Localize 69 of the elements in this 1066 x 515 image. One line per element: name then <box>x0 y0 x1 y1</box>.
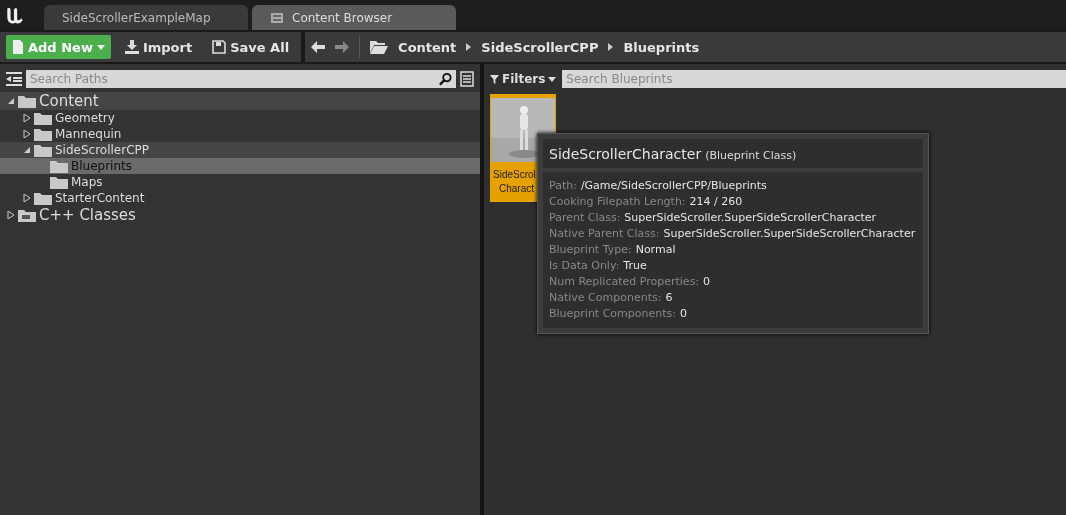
tree-item-label: Maps <box>71 175 103 189</box>
property-value: /Game/SideScrollerCPP/Blueprints <box>580 179 767 192</box>
property-value: 0 <box>703 275 711 288</box>
search-icon[interactable] <box>437 70 456 88</box>
property-value: 0 <box>680 307 687 320</box>
property-label: Blueprint Type: <box>549 243 632 256</box>
property-value: SuperSideScroller.SuperSideScrollerCharacter <box>663 227 916 240</box>
tab[interactable]: Content Browser <box>252 5 456 30</box>
property-value: Normal <box>635 243 676 256</box>
content-browser-icon <box>270 11 284 24</box>
breadcrumb[interactable]: SideScrollerCPP <box>481 39 599 55</box>
tree-item-label: StarterContent <box>55 191 145 205</box>
asset-name: Charact <box>498 182 534 196</box>
property-value: 214 / 260 <box>689 195 743 208</box>
expander-icon[interactable] <box>23 146 31 154</box>
tree-row[interactable]: StarterContent <box>0 190 480 206</box>
chevron-icon <box>466 43 472 51</box>
download-icon <box>124 40 139 54</box>
property-label: Blueprint Components: <box>549 307 676 320</box>
expander-icon[interactable] <box>23 130 31 138</box>
caret-icon <box>548 76 557 82</box>
property-value: 6 <box>665 291 673 304</box>
import-button[interactable]: Import <box>118 35 199 59</box>
property-label: Num Replicated Properties: <box>549 275 700 288</box>
breadcrumb[interactable]: Content <box>398 39 457 55</box>
folder-icon <box>18 94 36 108</box>
expander-icon[interactable] <box>7 211 15 219</box>
save-icon <box>212 40 227 54</box>
tree-row[interactable]: Geometry <box>0 110 480 126</box>
property-value: SuperSideScroller.SuperSideScrollerCharacter <box>624 211 877 224</box>
property-label: Parent Class: <box>549 211 621 224</box>
filters-button[interactable]: Filters <box>490 72 557 86</box>
chevron-icon <box>608 43 614 51</box>
tree-item-label: Content <box>39 92 99 110</box>
folder-icon <box>370 40 389 54</box>
folder-icon <box>34 191 52 205</box>
search-field[interactable]: Search Paths <box>26 70 437 88</box>
tree-item-label: Geometry <box>55 111 115 125</box>
forward-icon[interactable] <box>335 41 350 53</box>
property-value: True <box>623 259 647 272</box>
tree-row[interactable]: Content <box>0 92 480 110</box>
expander-icon[interactable] <box>23 194 31 202</box>
filter-icon <box>490 74 499 84</box>
property-label: Native Parent Class: <box>549 227 660 240</box>
collapse-sources-icon[interactable] <box>6 72 22 86</box>
caret-icon <box>96 44 105 50</box>
list-view-icon[interactable] <box>460 71 474 87</box>
tree-item-label: C++ Classes <box>39 206 136 224</box>
tab[interactable]: SideScrollerExampleMap <box>44 5 248 30</box>
folder-icon <box>18 208 36 222</box>
expander-icon[interactable] <box>23 114 31 122</box>
property-label: Is Data Only: <box>549 259 620 272</box>
tree-item-label: Mannequin <box>55 127 122 141</box>
tooltip-subtitle: (Blueprint Class) <box>705 149 797 162</box>
back-icon[interactable] <box>311 41 326 53</box>
asset-name: SideScrol <box>492 168 536 182</box>
tree-row[interactable]: C++ Classes <box>0 206 480 224</box>
property-label: Native Components: <box>549 291 662 304</box>
tree-row[interactable]: SideScrollerCPP <box>0 142 480 158</box>
tree-item-label: SideScrollerCPP <box>55 143 149 157</box>
tree-row[interactable]: Mannequin <box>0 126 480 142</box>
expander-icon[interactable] <box>7 97 15 105</box>
breadcrumb[interactable]: Blueprints <box>623 39 700 55</box>
tree-row[interactable]: Blueprints <box>0 158 480 174</box>
save-all-button[interactable]: Save All <box>206 35 296 59</box>
tree-row[interactable]: Maps <box>0 174 480 190</box>
document-icon <box>12 40 24 54</box>
tree-item-label: Blueprints <box>71 159 132 173</box>
search-field[interactable]: Search Blueprints <box>562 70 1066 88</box>
